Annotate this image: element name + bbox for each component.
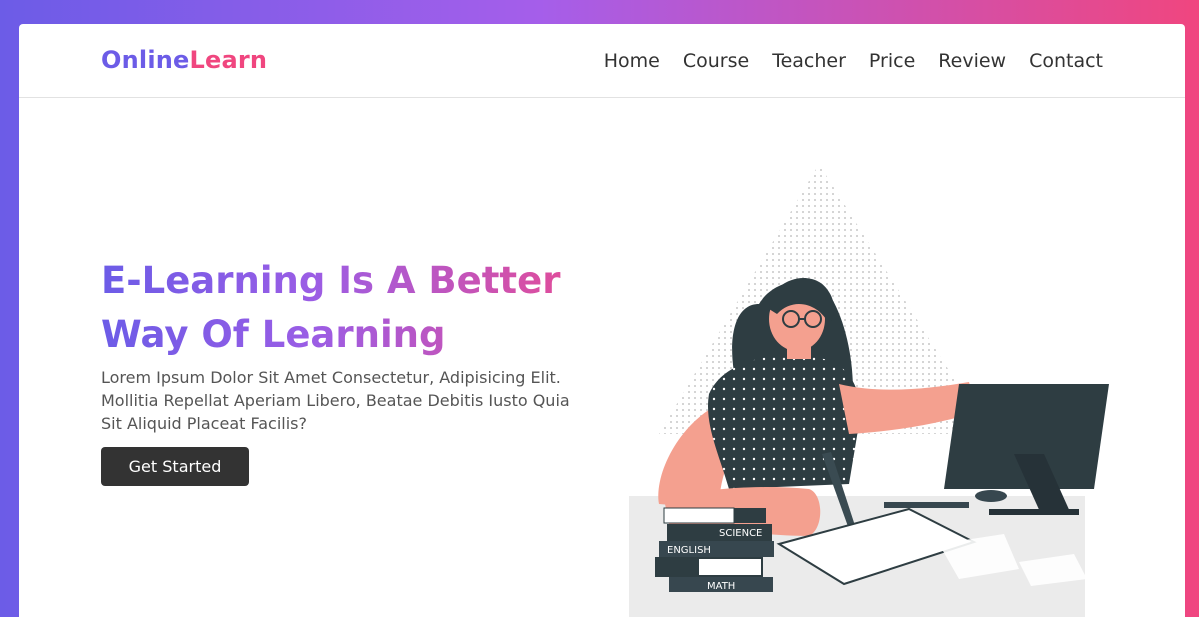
brand-logo-part1: Online bbox=[101, 46, 190, 74]
main-nav: Home Course Teacher Price Review Contact bbox=[604, 50, 1103, 72]
get-started-button[interactable]: Get Started bbox=[101, 447, 249, 486]
site-header: OnlineLearn Home Course Teacher Price Re… bbox=[19, 24, 1185, 98]
nav-teacher[interactable]: Teacher bbox=[772, 50, 846, 72]
book-label-english: ENGLISH bbox=[667, 545, 711, 556]
hero-illustration: SCIENCE ENGLISH MATH bbox=[629, 164, 1109, 617]
book-label-math: MATH bbox=[707, 581, 735, 592]
hero-headline: E-Learning Is A Better Way Of Learning bbox=[101, 254, 571, 362]
book-label-science: SCIENCE bbox=[719, 528, 762, 539]
books-stack: SCIENCE ENGLISH MATH bbox=[655, 507, 774, 592]
hero-description: Lorem Ipsum Dolor Sit Amet Consectetur, … bbox=[101, 368, 570, 433]
hero-text: E-Learning Is A Better Way Of Learning L… bbox=[101, 254, 601, 435]
hero-headline-line2: Way Of Learning bbox=[101, 313, 446, 356]
brand-logo[interactable]: OnlineLearn bbox=[101, 46, 267, 74]
nav-home[interactable]: Home bbox=[604, 50, 660, 72]
page-card: OnlineLearn Home Course Teacher Price Re… bbox=[19, 24, 1185, 617]
nav-course[interactable]: Course bbox=[683, 50, 749, 72]
nav-price[interactable]: Price bbox=[869, 50, 915, 72]
hero-headline-line1: E-Learning Is A Better bbox=[101, 259, 561, 302]
nav-review[interactable]: Review bbox=[938, 50, 1006, 72]
brand-logo-part2: Learn bbox=[189, 46, 268, 74]
nav-contact[interactable]: Contact bbox=[1029, 50, 1103, 72]
